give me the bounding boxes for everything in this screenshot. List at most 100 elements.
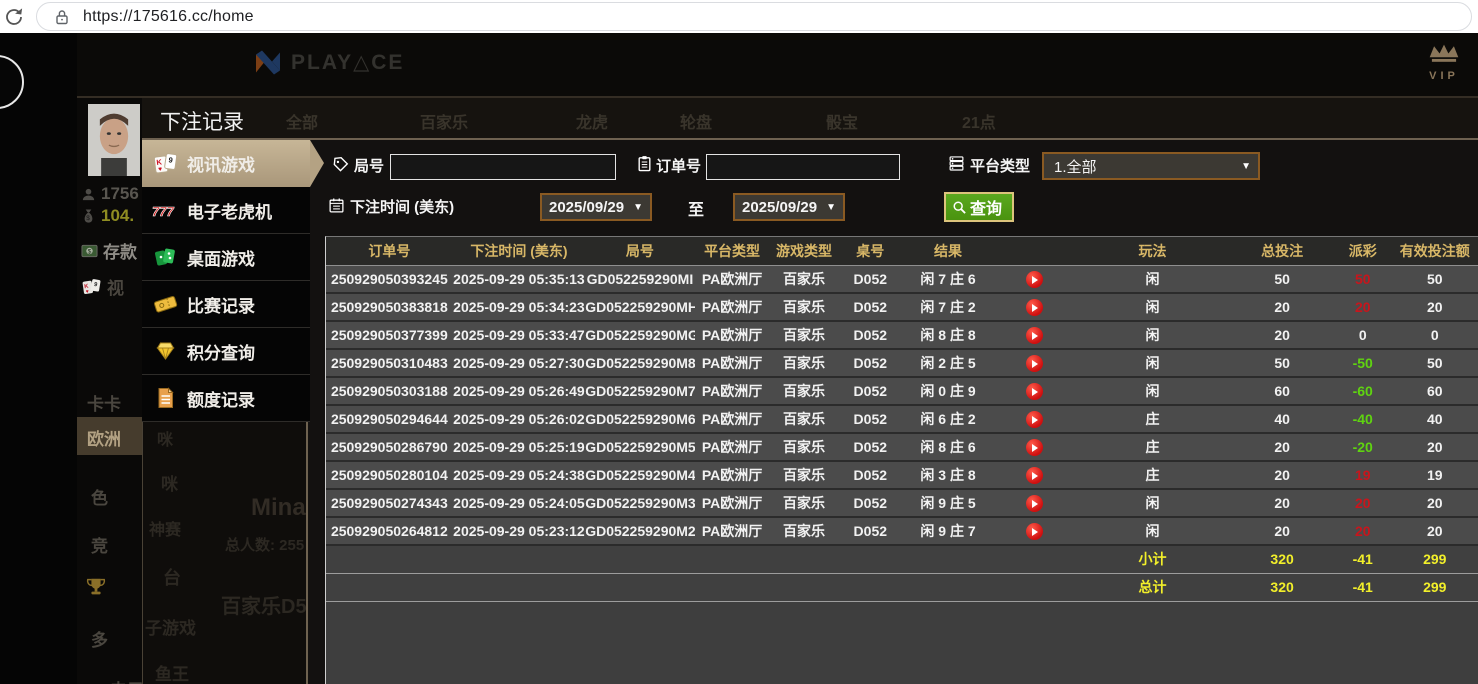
vip-widget[interactable]: VIP <box>1422 43 1466 82</box>
cell-platform: PA欧洲厅 <box>695 266 770 292</box>
background-sidebar: 1756 $ 104. $ 存款 K♥9 视 卡卡 欧洲 色 竞 <box>77 98 142 684</box>
cell-time: 2025-09-29 05:35:13 <box>453 266 585 292</box>
cell-result: 闲 9 庄 7 <box>902 518 994 544</box>
order-no-label: 订单号 <box>656 155 701 176</box>
deposit-label: 存款 <box>103 238 137 263</box>
vip-label: VIP <box>1422 70 1466 82</box>
cell-total-bet: 20 <box>1230 490 1334 516</box>
platform-type-label: 平台类型 <box>970 155 1030 176</box>
cell-round: GD052259290MG <box>585 322 694 348</box>
cell-valid-bet: 50 <box>1392 350 1478 376</box>
brand-mark-icon <box>253 49 283 76</box>
menu-item-slots[interactable]: 777 电子老虎机 <box>142 187 310 234</box>
order-no-input[interactable] <box>706 154 900 180</box>
cell-platform: PA欧洲厅 <box>695 434 770 460</box>
modal-title: 下注记录 <box>160 106 244 136</box>
peek-text: 咪 <box>161 470 178 495</box>
balance-row: $ 104. <box>81 206 134 226</box>
peek-text: 咪 <box>157 426 173 450</box>
reload-icon[interactable] <box>2 5 26 29</box>
cell-table-no: D052 <box>839 490 902 516</box>
cell-play <box>994 322 1075 348</box>
cell-table-no: D052 <box>839 294 902 320</box>
play-video-button[interactable] <box>1026 467 1043 484</box>
peek-text: 鱼王 <box>155 660 189 684</box>
clipboard-icon <box>636 155 653 172</box>
play-video-button[interactable] <box>1026 383 1043 400</box>
cell-order: 250929050383818 <box>326 294 453 320</box>
subtotal-row: 小计 320 -41 299 <box>326 546 1478 574</box>
grand-total-total: 320 <box>1230 574 1334 601</box>
cell-result: 闲 8 庄 8 <box>902 322 994 348</box>
ghost-nav-baccarat: 百家乐 <box>420 109 468 133</box>
play-icon <box>1032 304 1038 312</box>
table-header-row: 订单号 下注时间 (美东) 局号 平台类型 游戏类型 桌号 结果 玩法 总投注 … <box>326 237 1478 266</box>
cell-table-no: D052 <box>839 462 902 488</box>
col-header-payout: 派彩 <box>1334 237 1392 265</box>
cell-valid-bet: 50 <box>1392 266 1478 292</box>
cell-round: GD052259290M5 <box>585 434 694 460</box>
sidebar-item-europe: 欧洲 <box>77 417 142 455</box>
play-video-button[interactable] <box>1026 523 1043 540</box>
web-page: PLAY△CE VIP 1756 $ 104. <box>0 33 1478 684</box>
ghost-nav-blackjack: 21点 <box>962 109 996 133</box>
trophy-icon <box>85 576 107 598</box>
deposit-icon: $ <box>81 244 98 258</box>
cell-valid-bet: 20 <box>1392 434 1478 460</box>
sidebar-item-se: 色 <box>91 484 108 509</box>
cell-result: 闲 2 庄 5 <box>902 350 994 376</box>
cell-order: 250929050303188 <box>326 378 453 404</box>
cell-platform: PA欧洲厅 <box>695 294 770 320</box>
cell-payout: 0 <box>1334 322 1392 348</box>
menu-item-table-games[interactable]: 桌面游戏 <box>142 234 310 281</box>
col-header-total: 总投注 <box>1230 237 1334 265</box>
peek-text: 子游戏 <box>145 614 196 639</box>
menu-label: 额度记录 <box>187 386 255 411</box>
play-video-button[interactable] <box>1026 439 1043 456</box>
cell-time: 2025-09-29 05:25:19 <box>453 434 585 460</box>
date-to-value: 2025/09/29 <box>735 199 824 216</box>
cards-icon: K♥9 <box>152 152 179 176</box>
play-video-button[interactable] <box>1026 355 1043 372</box>
cell-play-type: 闲 <box>1075 518 1231 544</box>
menu-item-points-query[interactable]: 积分查询 <box>142 328 310 375</box>
play-video-button[interactable] <box>1026 271 1043 288</box>
cell-total-bet: 20 <box>1230 518 1334 544</box>
play-icon <box>1032 528 1038 536</box>
url-text: https://175616.cc/home <box>83 8 254 26</box>
cell-order: 250929050393245 <box>326 266 453 292</box>
play-video-button[interactable] <box>1026 299 1043 316</box>
platform-type-select[interactable]: 1.全部 ▼ <box>1042 152 1260 180</box>
date-to-select[interactable]: 2025/09/29 ▼ <box>733 193 845 221</box>
search-button[interactable]: 查询 <box>944 192 1014 222</box>
col-header-time: 下注时间 (美东) <box>453 237 585 265</box>
subtotal-label: 小计 <box>1075 546 1231 573</box>
address-bar[interactable]: https://175616.cc/home <box>36 2 1472 31</box>
cell-payout: 50 <box>1334 266 1392 292</box>
ghost-nav-dragon-tiger: 龙虎 <box>576 109 608 133</box>
play-video-button[interactable] <box>1026 495 1043 512</box>
play-video-button[interactable] <box>1026 327 1043 344</box>
menu-item-quota-records[interactable]: 额度记录 <box>142 375 310 422</box>
round-no-input[interactable] <box>390 154 616 180</box>
cell-result: 闲 8 庄 6 <box>902 434 994 460</box>
chevron-down-icon: ▼ <box>826 202 836 213</box>
chevron-down-icon: ▼ <box>633 202 643 213</box>
play-video-button[interactable] <box>1026 411 1043 428</box>
cell-valid-bet: 60 <box>1392 378 1478 404</box>
cell-result: 闲 0 庄 9 <box>902 378 994 404</box>
cell-order: 250929050310483 <box>326 350 453 376</box>
cell-payout: -50 <box>1334 350 1392 376</box>
cell-valid-bet: 20 <box>1392 490 1478 516</box>
date-from-select[interactable]: 2025/09/29 ▼ <box>540 193 652 221</box>
floating-widget-circle[interactable] <box>0 55 24 109</box>
menu-item-match-records[interactable]: 比赛记录 <box>142 281 310 328</box>
cell-table-no: D052 <box>839 434 902 460</box>
chevron-down-icon: ▼ <box>1241 161 1251 172</box>
menu-label: 电子老虎机 <box>187 198 272 223</box>
cell-table-no: D052 <box>839 406 902 432</box>
menu-item-video-games[interactable]: K♥9 视讯游戏 <box>142 140 310 187</box>
col-header-result: 结果 <box>902 237 994 265</box>
col-header-play <box>994 237 1075 265</box>
cell-round: GD052259290M4 <box>585 462 694 488</box>
